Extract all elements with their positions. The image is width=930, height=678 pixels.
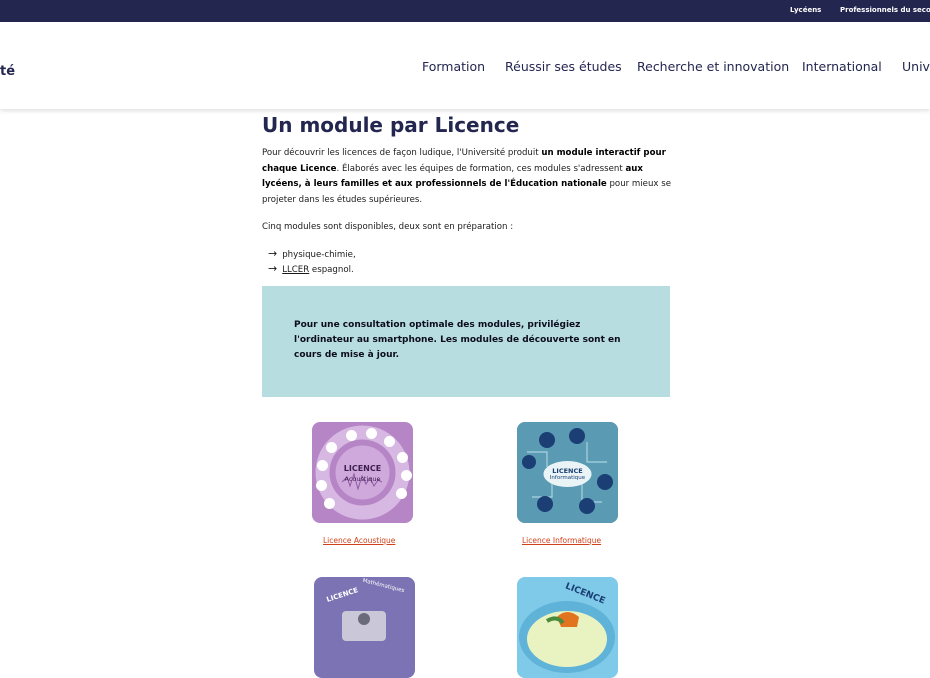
list-item: → LLCER espagnol. [268, 262, 356, 277]
list-item: → physique-chimie, [268, 247, 356, 262]
module-link-acoustique[interactable]: Licence Acoustique [323, 536, 395, 545]
intro-text-1: Pour découvrir les licences de façon lud… [262, 148, 542, 158]
badge-title: LICENCE [552, 467, 583, 475]
badge-subtitle: Informatique [549, 475, 586, 481]
intro-paragraph: Pour découvrir les licences de façon lud… [262, 146, 672, 208]
module-tile-acoustique[interactable]: LICENCE Acoustique [312, 422, 413, 523]
availability-text: Cinq modules sont disponibles, deux sont… [262, 222, 514, 232]
arrow-right-icon: → [268, 262, 278, 275]
sound-icon [346, 430, 357, 441]
badge-title: LICENCE [343, 464, 382, 473]
sound-icon [366, 428, 377, 439]
sound-icon [326, 442, 337, 453]
sound-icon [396, 488, 407, 499]
nav-formation[interactable]: Formation [422, 59, 485, 74]
sound-icon [397, 452, 408, 463]
badge-subtitle: Acoustique [344, 475, 381, 483]
nav-recherche-innovation[interactable]: Recherche et innovation [637, 59, 789, 74]
prep-list: → physique-chimie, → LLCER espagnol. [268, 247, 356, 277]
notice-box: Pour une consultation optimale des modul… [262, 286, 670, 397]
list-item-label: physique-chimie, [282, 250, 356, 260]
module-tile-licence[interactable]: LICENCE [517, 577, 618, 678]
sound-icon [384, 436, 395, 447]
arrow-right-icon: → [268, 247, 278, 260]
nav-reussir-etudes[interactable]: Réussir ses études [505, 59, 622, 74]
top-utility-bar: Lycéens Professionnels du seco [0, 0, 930, 22]
list-item-label: espagnol. [309, 265, 354, 275]
intro-text-2: . Élaborés avec les équipes de formation… [336, 163, 626, 174]
module-tile-informatique[interactable]: LICENCE Informatique [517, 422, 618, 523]
module-link-informatique[interactable]: Licence Informatique [522, 536, 601, 545]
site-brand[interactable]: té [0, 64, 15, 79]
nav-universite[interactable]: Univ [902, 59, 930, 74]
module-tile-mathematiques[interactable]: LICENCE Mathématiques [314, 577, 415, 678]
sound-icon [324, 498, 335, 509]
topbar-link-lyceens[interactable]: Lycéens [790, 6, 821, 14]
notice-text: Pour une consultation optimale des modul… [294, 320, 621, 360]
nav-international[interactable]: International [802, 59, 882, 74]
llcer-abbr: LLCER [282, 265, 310, 275]
page-title: Un module par Licence [262, 113, 520, 137]
topbar-link-professionnels[interactable]: Professionnels du seco [840, 6, 930, 14]
